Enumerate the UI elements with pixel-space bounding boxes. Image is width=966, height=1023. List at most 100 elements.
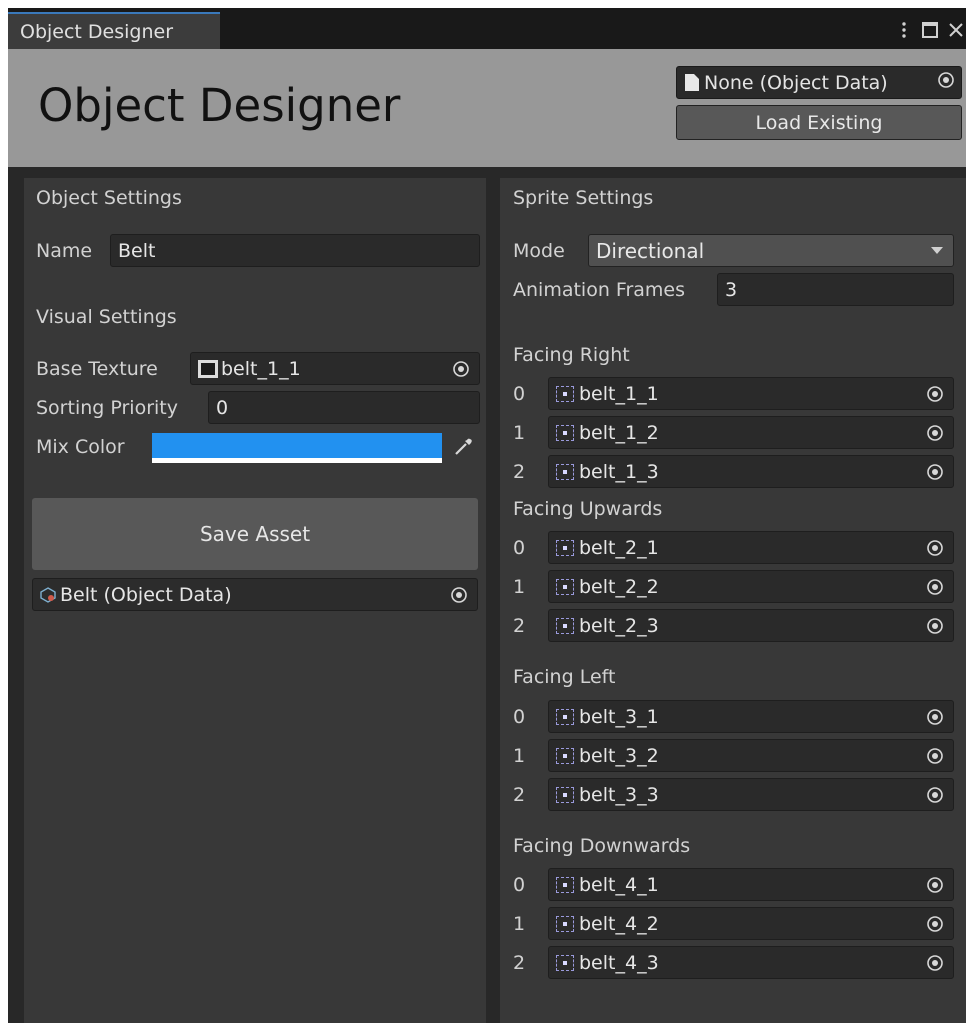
object-data-value: None (Object Data) <box>704 71 888 94</box>
sprite-icon <box>556 954 574 971</box>
object-picker-icon[interactable] <box>926 747 944 765</box>
asset-reference-field[interactable]: Belt (Object Data) <box>32 578 478 611</box>
frame-index: 1 <box>513 422 526 444</box>
sprite-field[interactable]: belt_4_1 <box>548 868 954 901</box>
save-asset-button[interactable]: Save Asset <box>32 498 478 570</box>
sorting-priority-input[interactable]: 0 <box>208 391 480 424</box>
sprite-value: belt_1_2 <box>579 421 659 444</box>
frame-index: 1 <box>513 913 526 935</box>
frame-index: 1 <box>513 745 526 767</box>
object-picker-icon[interactable] <box>450 586 468 604</box>
group-label: Facing Downwards <box>513 835 691 857</box>
load-existing-button[interactable]: Load Existing <box>676 105 962 140</box>
sprite-icon <box>556 463 574 480</box>
sprite-value: belt_1_1 <box>579 382 659 405</box>
animation-frames-value: 3 <box>725 278 738 301</box>
sprite-field[interactable]: belt_3_1 <box>548 700 954 733</box>
frame-index: 2 <box>513 952 526 974</box>
editor-window: Object Designer Object Designer None (Ob… <box>8 8 966 1023</box>
mode-value: Directional <box>596 238 705 263</box>
document-icon <box>685 74 699 91</box>
object-picker-icon[interactable] <box>926 708 944 726</box>
sprite-value: belt_4_3 <box>579 951 659 974</box>
name-value: Belt <box>118 239 156 262</box>
sprite-value: belt_3_1 <box>579 705 659 728</box>
group-label: Facing Left <box>513 666 616 688</box>
texture-icon <box>198 359 218 378</box>
object-picker-icon[interactable] <box>926 463 944 481</box>
sprite-icon <box>556 578 574 595</box>
frame-index: 2 <box>513 615 526 637</box>
object-settings-heading: Object Settings <box>36 187 182 209</box>
mix-color-swatch[interactable] <box>152 433 442 463</box>
sorting-priority-value: 0 <box>216 396 229 419</box>
sprite-icon <box>556 708 574 725</box>
animation-frames-input[interactable]: 3 <box>717 273 954 306</box>
animation-frames-label: Animation Frames <box>513 279 686 301</box>
mix-color-fill <box>152 433 442 458</box>
sprite-value: belt_2_2 <box>579 575 659 598</box>
sprite-field[interactable]: belt_2_3 <box>548 609 954 642</box>
frame-index: 2 <box>513 461 526 483</box>
sprite-value: belt_2_3 <box>579 614 659 637</box>
object-picker-icon[interactable] <box>926 876 944 894</box>
mode-label: Mode <box>513 240 565 262</box>
group-label: Facing Right <box>513 344 630 366</box>
close-icon[interactable] <box>946 19 966 41</box>
sprite-value: belt_4_1 <box>579 873 659 896</box>
sprite-value: belt_2_1 <box>579 536 659 559</box>
sprite-field[interactable]: belt_1_3 <box>548 455 954 488</box>
object-picker-icon[interactable] <box>926 539 944 557</box>
mode-dropdown[interactable]: Directional <box>588 234 954 267</box>
frame-index: 1 <box>513 576 526 598</box>
frame-index: 0 <box>513 706 526 728</box>
object-picker-icon[interactable] <box>926 954 944 972</box>
sprite-field[interactable]: belt_4_2 <box>548 907 954 940</box>
tab-bar: Object Designer <box>8 8 966 49</box>
eyedropper-icon[interactable] <box>451 435 475 459</box>
maximize-icon[interactable] <box>920 19 940 41</box>
sprite-icon <box>556 539 574 556</box>
object-picker-icon[interactable] <box>926 385 944 403</box>
sprite-value: belt_1_3 <box>579 460 659 483</box>
chevron-down-icon <box>931 247 943 254</box>
object-picker-icon[interactable] <box>926 786 944 804</box>
object-picker-icon[interactable] <box>452 360 470 378</box>
sprite-icon <box>556 786 574 803</box>
object-picker-icon[interactable] <box>937 71 955 94</box>
base-texture-label: Base Texture <box>36 358 158 380</box>
sprite-icon <box>556 747 574 764</box>
sprite-icon <box>556 876 574 893</box>
group-label: Facing Upwards <box>513 498 663 520</box>
sprite-value: belt_4_2 <box>579 912 659 935</box>
more-options-icon[interactable] <box>894 19 914 41</box>
frame-index: 0 <box>513 383 526 405</box>
sprite-field[interactable]: belt_3_2 <box>548 739 954 772</box>
name-input[interactable]: Belt <box>110 234 480 267</box>
object-picker-icon[interactable] <box>926 424 944 442</box>
object-picker-icon[interactable] <box>926 617 944 635</box>
window-controls <box>888 18 966 42</box>
object-picker-icon[interactable] <box>926 915 944 933</box>
sorting-priority-label: Sorting Priority <box>36 397 178 419</box>
frame-index: 0 <box>513 874 526 896</box>
sprite-icon <box>556 915 574 932</box>
sprite-field[interactable]: belt_1_2 <box>548 416 954 449</box>
visual-settings-heading: Visual Settings <box>36 306 177 328</box>
base-texture-value: belt_1_1 <box>221 357 301 380</box>
sprite-icon <box>556 385 574 402</box>
name-label: Name <box>36 240 93 262</box>
sprite-field[interactable]: belt_4_3 <box>548 946 954 979</box>
object-data-field[interactable]: None (Object Data) <box>676 66 962 99</box>
base-texture-field[interactable]: belt_1_1 <box>190 352 480 385</box>
tab-title: Object Designer <box>20 21 174 43</box>
frame-index: 0 <box>513 537 526 559</box>
object-picker-icon[interactable] <box>926 578 944 596</box>
page-title: Object Designer <box>38 79 401 132</box>
sprite-field[interactable]: belt_3_3 <box>548 778 954 811</box>
sprite-field[interactable]: belt_2_2 <box>548 570 954 603</box>
sprite-field[interactable]: belt_2_1 <box>548 531 954 564</box>
header: Object Designer None (Object Data) Load … <box>8 49 966 167</box>
sprite-field[interactable]: belt_1_1 <box>548 377 954 410</box>
tab-object-designer[interactable]: Object Designer <box>8 12 220 49</box>
